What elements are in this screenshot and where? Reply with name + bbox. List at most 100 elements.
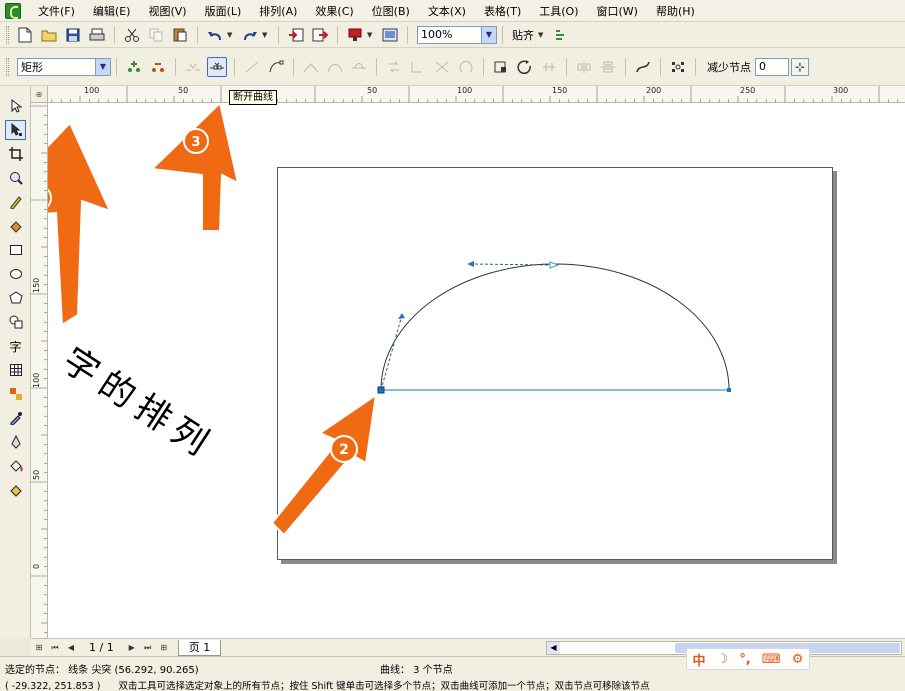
welcome-icon[interactable] [380,25,400,45]
symmetrical-icon[interactable] [349,57,369,77]
outline-pen-icon[interactable] [5,432,26,452]
menu-item[interactable]: 编辑(E) [84,1,140,21]
scroll-left-icon[interactable]: ◀ [547,642,560,654]
snap-options-icon[interactable] [551,25,571,45]
prev-page-icon[interactable]: ◀ [65,641,77,655]
cut-icon[interactable] [122,25,142,45]
basic-shapes-icon[interactable] [5,312,26,332]
menu-item[interactable]: 排列(A) [250,1,306,21]
drawing-canvas[interactable]: 字的排列 1 2 3 [48,103,905,638]
object-type-combo[interactable]: 矩形 ▼ [17,57,111,76]
next-page-icon[interactable]: ▶ [126,641,138,655]
copy-icon[interactable] [146,25,166,45]
interactive-fill-icon[interactable] [5,480,26,500]
menu-item[interactable]: 帮助(H) [647,1,704,21]
top-node-icon[interactable] [549,261,560,269]
extend-curve-icon[interactable] [408,57,428,77]
rotate-nodes-icon[interactable] [456,57,476,77]
to-curve-icon[interactable] [266,57,286,77]
print-icon[interactable] [87,25,107,45]
reduce-nodes-input[interactable]: 0 [755,57,789,76]
rectangle-tool-icon[interactable] [5,240,26,260]
menu-item[interactable]: 窗口(W) [588,1,647,21]
control-handle-point[interactable] [467,261,474,267]
ime-settings-icon[interactable]: ⚙ [792,652,804,667]
snap-dropdown-arrow[interactable]: ▼ [538,31,546,39]
menu-item[interactable]: 工具(O) [530,1,587,21]
shape-tool-icon[interactable] [5,120,26,140]
ellipse-tool-icon[interactable] [5,264,26,284]
smart-fill-icon[interactable] [5,216,26,236]
reduce-nodes-stepper[interactable]: ⊹ [791,57,809,76]
ime-punctuation-icon[interactable]: °, [739,652,750,667]
ime-moon-icon[interactable]: ☽ [717,652,729,667]
toolbar-grip[interactable] [6,57,9,76]
snap-button[interactable]: 贴齐 [512,27,534,43]
last-page-icon[interactable]: ⏭ [142,641,154,655]
cusp-icon[interactable] [301,57,321,77]
add-page-end-icon[interactable]: ⊞ [158,641,170,655]
eyedropper-icon[interactable] [5,408,26,428]
save-icon[interactable] [63,25,83,45]
stretch-nodes-icon[interactable] [432,57,452,77]
open-icon[interactable] [39,25,59,45]
toolbar-grip[interactable] [6,25,9,44]
redo-icon[interactable] [240,25,260,45]
reflect-v-icon[interactable] [598,57,618,77]
elastic-mode-icon[interactable] [633,57,653,77]
arc-curve[interactable] [380,263,730,391]
add-page-icon[interactable]: ⊞ [33,641,45,655]
freehand-tool-icon[interactable] [5,192,26,212]
delete-node-icon[interactable] [148,57,168,77]
pick-tool-icon[interactable] [5,96,26,116]
publish-icon[interactable] [345,25,365,45]
ruler-origin[interactable]: ⊕ [31,86,48,103]
crop-tool-icon[interactable] [5,144,26,164]
table-tool-icon[interactable] [5,360,26,380]
end-node[interactable] [727,388,731,392]
menu-item[interactable]: 文件(F) [29,1,84,21]
smooth-icon[interactable] [325,57,345,77]
first-page-icon[interactable]: ⏮ [49,641,61,655]
undo-dropdown-arrow[interactable]: ▼ [227,31,235,39]
export-icon[interactable] [310,25,330,45]
auto-close-icon[interactable] [515,57,535,77]
to-line-icon[interactable] [242,57,262,77]
break-curve-button[interactable] [207,56,227,77]
control-handle-point[interactable] [398,313,405,319]
text-tool-icon[interactable]: 字 [5,336,26,356]
app-icon[interactable] [5,2,21,19]
import-icon[interactable] [286,25,306,45]
select-all-nodes-icon[interactable] [668,57,688,77]
reflect-h-icon[interactable] [574,57,594,77]
horizontal-ruler[interactable]: 100 50 50 100 150 200 250 300 [31,86,905,103]
menu-item[interactable]: 表格(T) [475,1,530,21]
paste-icon[interactable] [170,25,190,45]
reduce-nodes-label: 减少节点 [707,60,751,74]
new-icon[interactable] [15,25,35,45]
menu-item[interactable]: 版面(L) [196,1,251,21]
vertical-ruler[interactable]: 150 100 50 0 [31,103,48,638]
extract-subpath-icon[interactable] [491,57,511,77]
interactive-blend-icon[interactable] [5,384,26,404]
reverse-direction-icon[interactable] [384,57,404,77]
zoom-level-combo[interactable]: 100% ▼ [417,25,497,44]
align-nodes-icon[interactable] [539,57,559,77]
menu-item[interactable]: 文本(X) [419,1,475,21]
polygon-tool-icon[interactable] [5,288,26,308]
undo-icon[interactable] [205,25,225,45]
zoom-tool-icon[interactable] [5,168,26,188]
chevron-down-icon[interactable]: ▼ [481,26,496,43]
menu-item[interactable]: 视图(V) [139,1,195,21]
chevron-down-icon[interactable]: ▼ [95,58,110,75]
fill-tool-icon[interactable] [5,456,26,476]
menu-item[interactable]: 位图(B) [363,1,419,21]
ime-chinese-mode[interactable]: 中 [693,650,706,669]
ime-keyboard-icon[interactable]: ⌨ [762,652,781,667]
join-nodes-icon[interactable] [183,57,203,77]
redo-dropdown-arrow[interactable]: ▼ [262,31,270,39]
menu-item[interactable]: 效果(C) [306,1,362,21]
publish-dropdown-arrow[interactable]: ▼ [367,31,375,39]
page-tab[interactable]: 页 1 [177,639,222,656]
add-node-icon[interactable] [124,57,144,77]
